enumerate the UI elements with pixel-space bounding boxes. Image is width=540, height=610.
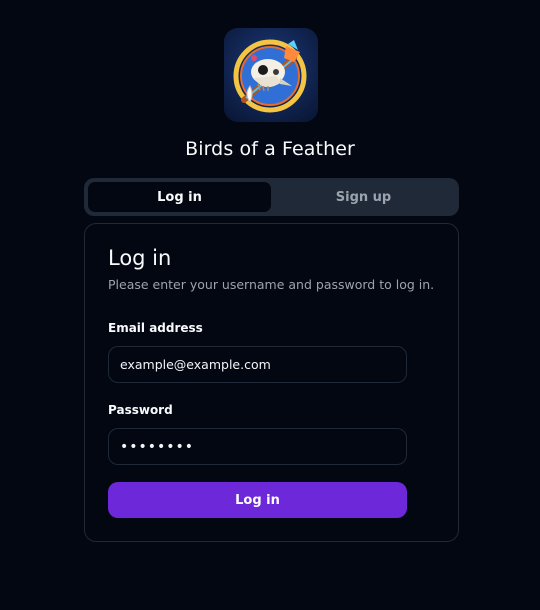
- password-label: Password: [108, 403, 173, 417]
- email-field[interactable]: example@example.com: [108, 346, 407, 383]
- card-title: Log in: [108, 246, 172, 270]
- card-description: Please enter your username and password …: [108, 277, 435, 292]
- app-title: Birds of a Feather: [185, 138, 355, 160]
- password-field[interactable]: ••••••••: [108, 428, 407, 465]
- login-page: Birds of a Feather Log in Sign up Log in…: [0, 0, 540, 610]
- tab-sign-up[interactable]: Sign up: [272, 182, 455, 212]
- login-card: Log in Please enter your username and pa…: [84, 223, 459, 542]
- app-logo: [224, 28, 318, 122]
- tab-log-in[interactable]: Log in: [88, 182, 271, 212]
- email-label: Email address: [108, 321, 203, 335]
- login-button[interactable]: Log in: [108, 482, 407, 518]
- auth-tabs: Log in Sign up: [84, 178, 459, 216]
- bird-skull-feather-icon: [224, 28, 318, 122]
